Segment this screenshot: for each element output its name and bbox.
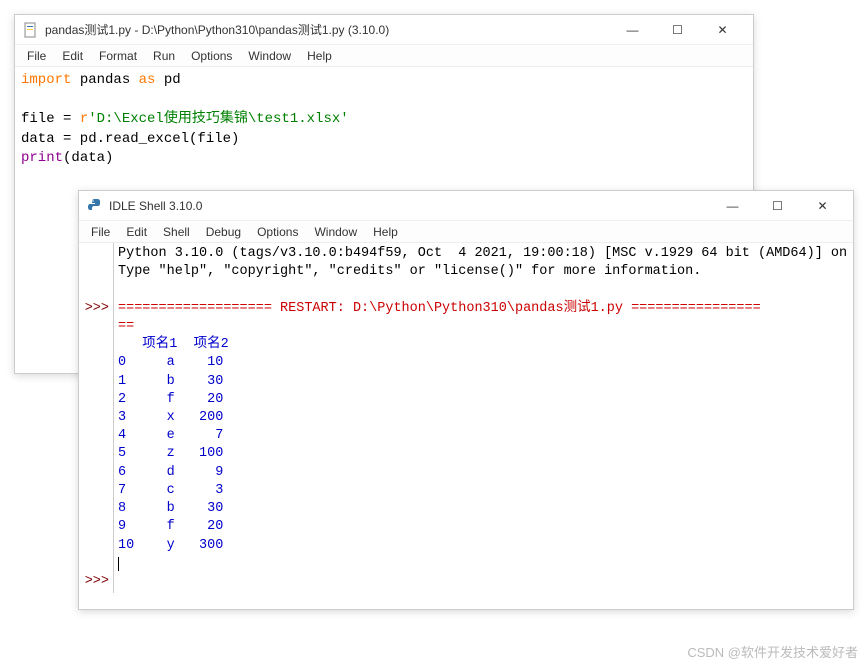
code-text: file = [21,111,80,127]
minimize-button[interactable]: — [710,192,755,220]
keyword-as: as [139,72,156,88]
output-row: 7 c 3 [118,483,223,498]
watermark: CSDN @软件开发技术爱好者 [687,642,858,661]
menu-window[interactable]: Window [240,47,299,65]
output-row: 2 f 20 [118,392,223,407]
code-editor[interactable]: import pandas as pd file = r'D:\Excel使用技… [15,67,753,173]
output-row: 10 y 300 [118,538,223,553]
shell-body: >>> >>> Python 3.10.0 (tags/v3.10.0:b494… [79,243,853,593]
output-row: 3 x 200 [118,410,223,425]
code-text: data = pd.read_excel(file) [21,131,239,147]
minimize-button[interactable]: — [610,16,655,44]
menu-edit[interactable]: Edit [54,47,91,65]
editor-title: pandas测试1.py - D:\Python\Python310\panda… [45,21,610,38]
menu-window[interactable]: Window [306,223,365,241]
menu-run[interactable]: Run [145,47,183,65]
maximize-button[interactable]: ☐ [655,16,700,44]
editor-menubar: File Edit Format Run Options Window Help [15,45,753,67]
menu-file[interactable]: File [83,223,118,241]
menu-debug[interactable]: Debug [198,223,249,241]
close-button[interactable]: ✕ [700,16,745,44]
menu-file[interactable]: File [19,47,54,65]
python-file-icon [23,22,39,38]
prompt: >>> [85,574,109,589]
python-shell-icon [87,198,103,214]
menu-options[interactable]: Options [183,47,240,65]
output-header: 项名1 项名2 [118,337,229,352]
prompt: >>> [85,301,109,316]
shell-titlebar: IDLE Shell 3.10.0 — ☐ ✕ [79,191,853,221]
shell-menubar: File Edit Shell Debug Options Window Hel… [79,221,853,243]
builtin-print: print [21,150,63,166]
code-text: pd [155,72,180,88]
output-row: 8 b 30 [118,501,223,516]
output-row: 5 z 100 [118,446,223,461]
banner-line: Type "help", "copyright", "credits" or "… [118,264,701,279]
editor-window-controls: — ☐ ✕ [610,16,745,44]
output-row: 0 a 10 [118,355,223,370]
editor-titlebar: pandas测试1.py - D:\Python\Python310\panda… [15,15,753,45]
string-literal: 'D:\Excel使用技巧集锦\test1.xlsx' [88,111,348,127]
menu-edit[interactable]: Edit [118,223,155,241]
code-text: pandas [71,72,138,88]
menu-help[interactable]: Help [365,223,406,241]
restart-line: =================== RESTART: D:\Python\P… [118,301,761,316]
shell-window: IDLE Shell 3.10.0 — ☐ ✕ File Edit Shell … [78,190,854,610]
output-row: 4 e 7 [118,428,223,443]
output-row: 6 d 9 [118,465,223,480]
menu-options[interactable]: Options [249,223,306,241]
code-text: (data) [63,150,113,166]
shell-gutter: >>> >>> [79,243,114,593]
shell-output[interactable]: Python 3.10.0 (tags/v3.10.0:b494f59, Oct… [114,243,853,593]
menu-help[interactable]: Help [299,47,340,65]
shell-title: IDLE Shell 3.10.0 [109,199,710,213]
shell-window-controls: — ☐ ✕ [710,192,845,220]
menu-format[interactable]: Format [91,47,145,65]
menu-shell[interactable]: Shell [155,223,198,241]
restart-line: == [118,319,134,334]
maximize-button[interactable]: ☐ [755,192,800,220]
close-button[interactable]: ✕ [800,192,845,220]
text-cursor [118,557,119,571]
keyword-import: import [21,72,71,88]
string-prefix: r [80,111,88,127]
output-row: 9 f 20 [118,519,223,534]
banner-line: Python 3.10.0 (tags/v3.10.0:b494f59, Oct… [118,246,853,261]
output-row: 1 b 30 [118,374,223,389]
